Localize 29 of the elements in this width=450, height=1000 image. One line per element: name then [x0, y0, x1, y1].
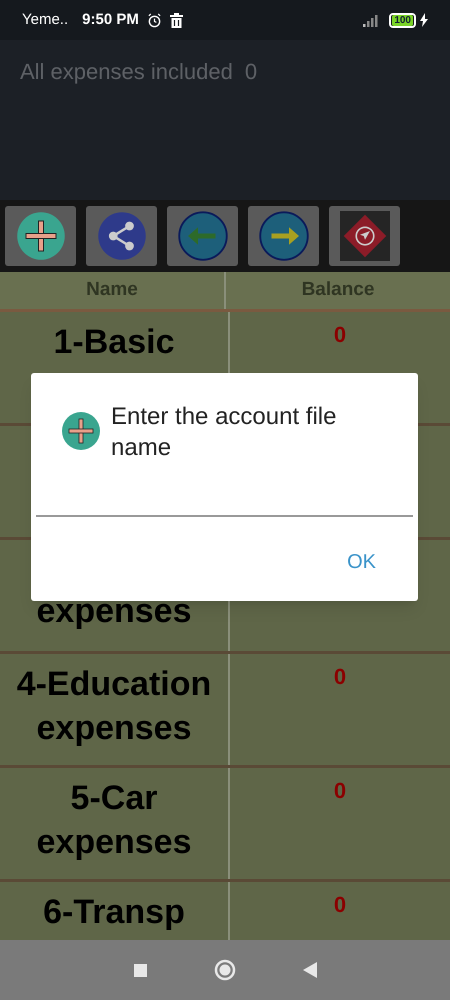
balance-value: 0 [334, 891, 346, 919]
carrier-name: Yeme.. [22, 10, 68, 30]
account-name[interactable]: 1-Basic [54, 320, 174, 364]
account-name[interactable]: 4-Education expenses [4, 662, 224, 750]
right-arrow-button[interactable] [248, 206, 319, 266]
dialog-title: Enter the account file name [111, 402, 338, 463]
alarm-icon [146, 12, 162, 28]
column-header: Name [0, 272, 226, 309]
account-name[interactable]: 6-Transp [43, 890, 185, 934]
total-amount: 0 [244, 58, 258, 86]
battery-indicator: 100 [389, 12, 416, 28]
balance-value: 0 [334, 663, 346, 691]
clock-time: 9:50 PM [82, 10, 139, 30]
recents-icon[interactable] [134, 964, 146, 976]
column-header: Balance [226, 272, 450, 309]
add-icon [61, 411, 101, 451]
ok-button[interactable]: OK [345, 547, 378, 577]
trash-icon [170, 12, 183, 28]
header-title: All expenses included [20, 58, 233, 86]
charging-icon [420, 13, 428, 27]
add-button[interactable] [5, 206, 76, 266]
navigation-button[interactable] [329, 206, 400, 266]
balance-value: 0 [334, 321, 346, 349]
account-name[interactable]: 5-Car expenses [4, 776, 224, 864]
home-icon[interactable] [214, 959, 236, 981]
share-button[interactable] [86, 206, 157, 266]
left-arrow-button[interactable] [167, 206, 238, 266]
balance-value: 0 [334, 777, 346, 805]
back-icon[interactable] [302, 962, 316, 978]
